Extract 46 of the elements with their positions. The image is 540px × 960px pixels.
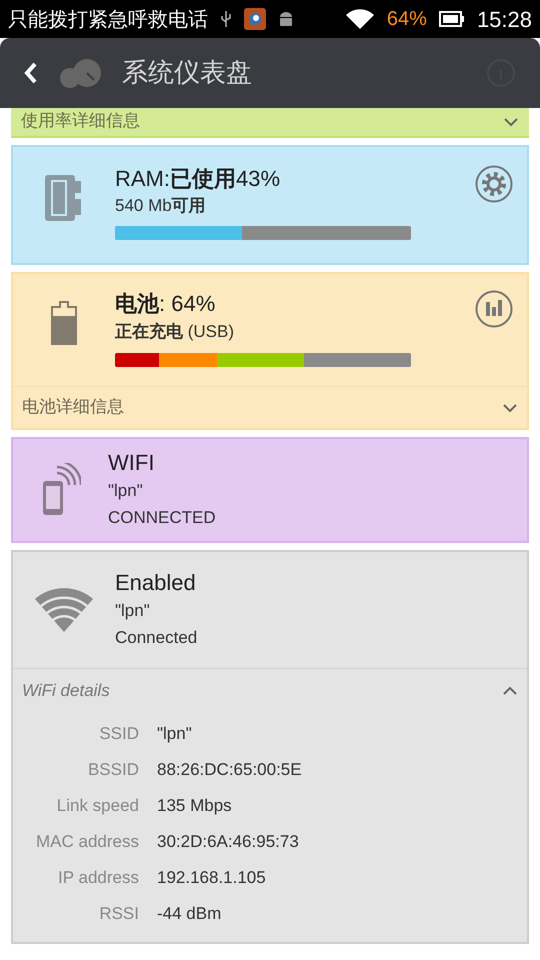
detail-value: 30:2D:6A:46:95:73 — [157, 831, 299, 854]
battery-icon — [438, 11, 465, 27]
ram-free-text: 540 Mb可用 — [115, 195, 207, 218]
usage-details-bar[interactable]: 使用率详细信息 — [11, 108, 529, 138]
android-icon — [278, 10, 294, 28]
charging-status-text: 正在充电 (USB) — [115, 321, 235, 344]
wifi-title: WIFI — [108, 449, 156, 477]
usage-details-label: 使用率详细信息 — [21, 110, 140, 134]
detail-label: BSSID — [86, 759, 139, 782]
clock-text: 15:28 — [476, 6, 532, 34]
detail-value: 192.168.1.105 — [157, 867, 266, 890]
detail-value: 88:26:DC:65:00:5E — [157, 759, 302, 782]
wifi-status: CONNECTED — [108, 507, 216, 529]
collapse-icon[interactable] — [502, 686, 518, 696]
phone-signal-icon — [40, 463, 80, 517]
battery-details-label: 电池详细信息 — [22, 396, 124, 419]
wifi-icon — [34, 587, 94, 633]
app-title: 系统仪表盘 — [122, 56, 253, 90]
back-icon[interactable] — [24, 62, 38, 84]
detail-label: Link speed — [56, 795, 139, 818]
settings-icon[interactable] — [475, 165, 513, 203]
bar-chart-icon[interactable] — [475, 290, 513, 328]
expand-icon[interactable] — [502, 402, 518, 412]
wifi-network-name: "lpn" — [115, 600, 151, 622]
ram-usage-text: RAM:已使用43% — [115, 165, 282, 194]
detail-value: "lpn" — [157, 723, 192, 746]
usb-icon — [220, 10, 232, 28]
ram-chip-icon — [45, 175, 83, 221]
wifi-signal-icon — [344, 8, 375, 30]
wifi-enabled-title: Enabled — [115, 569, 197, 597]
app-icon — [244, 8, 266, 30]
detail-label: MAC address — [35, 831, 139, 854]
battery-percent-text: 电池: 64% — [115, 290, 216, 319]
battery-percent: 64% — [386, 7, 427, 32]
wifi-details-label: WiFi details — [22, 680, 110, 702]
detail-value: -44 dBm — [157, 903, 222, 926]
detail-label: SSID — [98, 723, 139, 746]
wifi-connection-status: Connected — [115, 627, 198, 649]
wifi-ssid: "lpn" — [108, 480, 144, 502]
detail-label: RSSI — [98, 903, 139, 926]
detail-label: IP address — [57, 867, 139, 890]
detail-value: 135 Mbps — [157, 795, 232, 818]
battery-level-icon — [50, 300, 78, 346]
expand-icon[interactable] — [503, 117, 519, 127]
carrier-text: 只能拨打紧急呼救电话 — [8, 6, 208, 33]
gauge-logo-icon — [58, 58, 102, 88]
